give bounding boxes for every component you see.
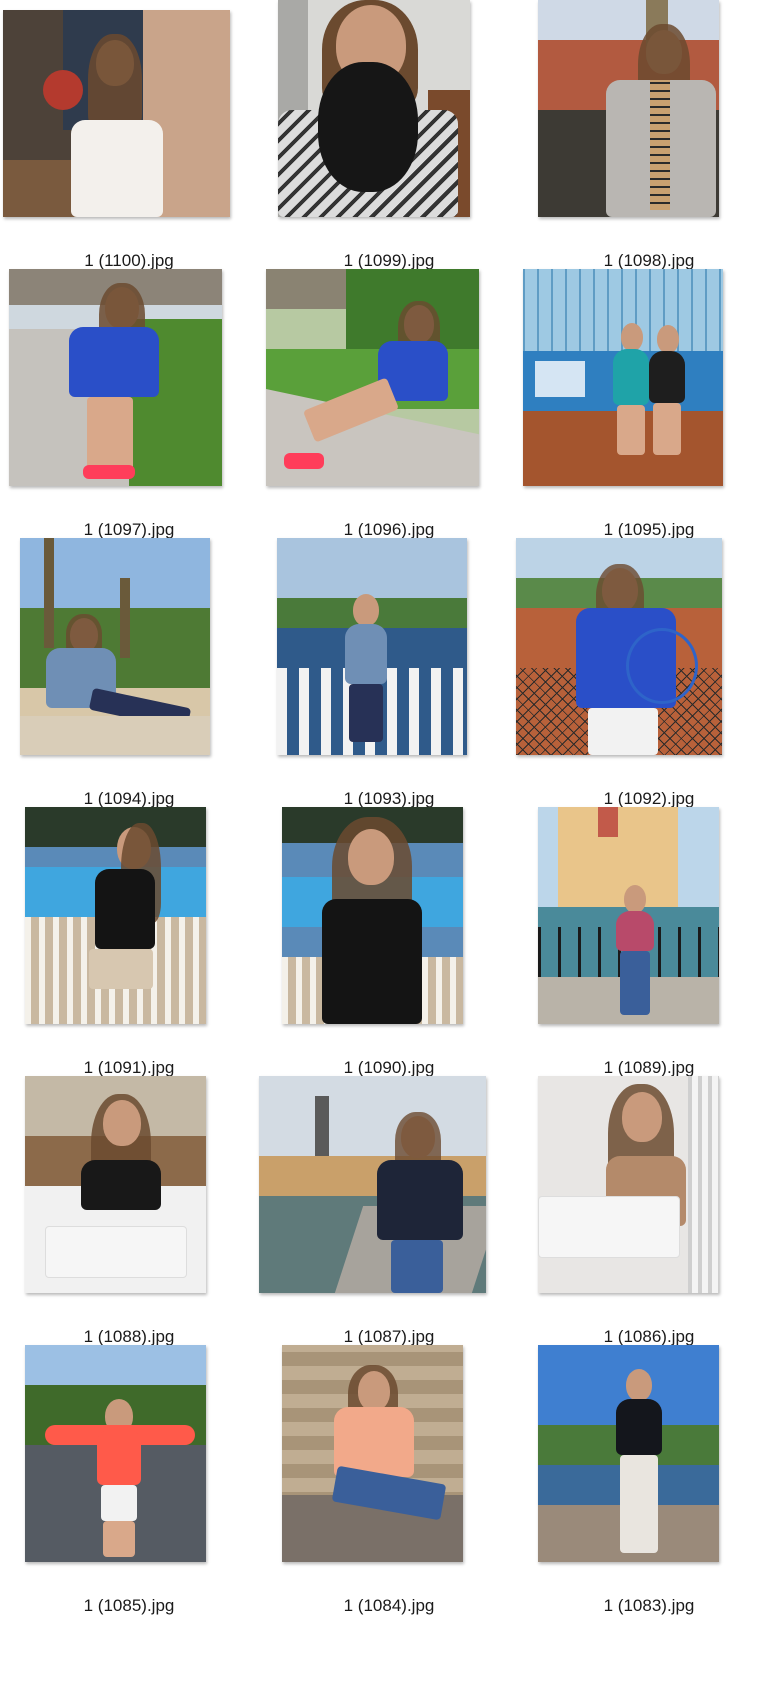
file-tile[interactable]: 1 (1093).jpg	[260, 538, 518, 828]
photo-thumbnail[interactable]	[278, 0, 470, 217]
photo-thumbnail[interactable]	[538, 0, 719, 217]
file-name-label: 1 (1095).jpg	[603, 520, 695, 539]
file-tile[interactable]: 1 (1083).jpg	[520, 1345, 778, 1635]
thumbnail-grid: 1 (1100).jpg 1 (1099).jpg 1 (1098).jpg 1…	[0, 0, 778, 1690]
file-tile[interactable]: 1 (1095).jpg	[520, 269, 778, 559]
file-tile[interactable]: 1 (1092).jpg	[516, 538, 778, 828]
file-name-label: 1 (1087).jpg	[343, 1327, 435, 1346]
file-name-label: 1 (1088).jpg	[83, 1327, 175, 1346]
file-name-label: 1 (1089).jpg	[603, 1058, 695, 1077]
file-name-label: 1 (1100).jpg	[84, 251, 174, 270]
file-tile[interactable]: 1 (1097).jpg	[0, 269, 258, 559]
file-name-label: 1 (1098).jpg	[603, 251, 695, 270]
file-name-label: 1 (1092).jpg	[603, 789, 695, 808]
file-tile[interactable]: 1 (1091).jpg	[0, 807, 258, 1097]
photo-thumbnail[interactable]	[259, 1076, 486, 1293]
file-tile[interactable]: 1 (1087).jpg	[259, 1076, 518, 1366]
file-tile[interactable]: 1 (1086).jpg	[520, 1076, 778, 1366]
photo-thumbnail[interactable]	[282, 807, 463, 1024]
photo-thumbnail[interactable]	[538, 1076, 719, 1293]
photo-thumbnail[interactable]	[277, 538, 467, 755]
file-tile[interactable]: 1 (1085).jpg	[0, 1345, 258, 1635]
file-tile[interactable]: 1 (1094).jpg	[0, 538, 258, 828]
photo-thumbnail[interactable]	[538, 1345, 719, 1562]
file-name-label: 1 (1084).jpg	[343, 1596, 435, 1615]
file-name-label: 1 (1099).jpg	[343, 251, 435, 270]
file-tile[interactable]: 1 (1099).jpg	[260, 0, 518, 290]
file-name-label: 1 (1090).jpg	[343, 1058, 435, 1077]
file-name-label: 1 (1083).jpg	[603, 1596, 695, 1615]
file-tile[interactable]: 1 (1088).jpg	[0, 1076, 258, 1366]
photo-thumbnail[interactable]	[25, 807, 206, 1024]
photo-thumbnail[interactable]	[25, 1076, 206, 1293]
file-tile[interactable]: 1 (1084).jpg	[260, 1345, 518, 1635]
photo-thumbnail[interactable]	[3, 10, 230, 217]
photo-thumbnail[interactable]	[20, 538, 210, 755]
photo-thumbnail[interactable]	[538, 807, 719, 1024]
file-name-label: 1 (1093).jpg	[343, 789, 435, 808]
photo-thumbnail[interactable]	[9, 269, 222, 486]
file-name-label: 1 (1094).jpg	[83, 789, 175, 808]
file-name-label: 1 (1097).jpg	[83, 520, 175, 539]
file-name-label: 1 (1096).jpg	[343, 520, 435, 539]
file-name-label: 1 (1091).jpg	[83, 1058, 175, 1077]
photo-thumbnail[interactable]	[282, 1345, 463, 1562]
photo-thumbnail[interactable]	[516, 538, 722, 755]
file-tile[interactable]: 1 (1089).jpg	[520, 807, 778, 1097]
file-tile[interactable]: 1 (1090).jpg	[260, 807, 518, 1097]
file-tile[interactable]: 1 (1098).jpg	[520, 0, 778, 290]
file-name-label: 1 (1086).jpg	[603, 1327, 695, 1346]
photo-thumbnail[interactable]	[25, 1345, 206, 1562]
photo-thumbnail[interactable]	[523, 269, 723, 486]
file-name-label: 1 (1085).jpg	[83, 1596, 175, 1615]
photo-thumbnail[interactable]	[266, 269, 479, 486]
file-tile[interactable]: 1 (1096).jpg	[260, 269, 518, 559]
file-tile[interactable]: 1 (1100).jpg	[0, 0, 258, 290]
